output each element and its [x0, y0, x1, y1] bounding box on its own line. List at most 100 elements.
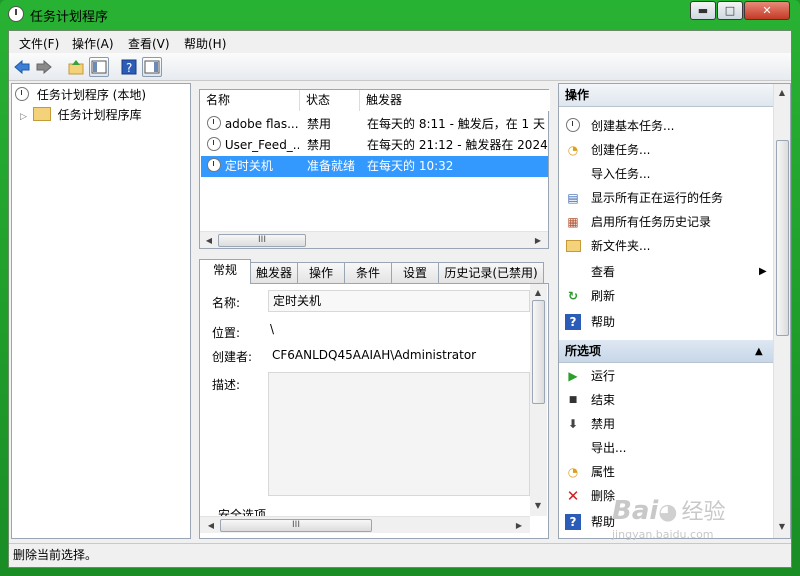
table-row[interactable]: adobe flas... 禁用 在每天的 8:11 - 触发后，在 1 天 — [201, 114, 548, 135]
library-folder-icon — [32, 107, 51, 121]
watermark-suffix: 经验 — [681, 500, 726, 525]
scroll-up-icon[interactable]: ▲ — [531, 286, 545, 299]
scroll-up-icon[interactable]: ▲ — [775, 86, 789, 99]
action-label: 新文件夹... — [591, 239, 651, 253]
tab-actions[interactable]: 操作 — [297, 262, 345, 283]
name-field[interactable]: 定时关机 — [268, 290, 530, 312]
action-refresh[interactable]: ↻ 刷新 — [559, 284, 773, 308]
scroll-thumb[interactable]: III — [218, 234, 306, 247]
table-row-selected[interactable]: 定时关机 准备就绪 在每天的 10:32 — [201, 156, 548, 177]
action-show-running[interactable]: ▤ 显示所有正在运行的任务 — [559, 186, 773, 210]
action-label: 结束 — [591, 393, 616, 407]
action-help[interactable]: ? 帮助 — [559, 310, 773, 334]
table-row[interactable]: User_Feed_... 禁用 在每天的 21:12 - 触发器在 2024/ — [201, 135, 548, 156]
tab-triggers[interactable]: 触发器 — [250, 262, 298, 283]
forward-icon[interactable] — [34, 57, 54, 77]
help-icon: ? — [565, 314, 581, 330]
menu-view[interactable]: 查看(V) — [128, 35, 170, 52]
back-icon[interactable] — [12, 57, 32, 77]
list-icon: ▤ — [567, 191, 579, 205]
action-label: 启用所有任务历史记录 — [591, 215, 712, 229]
task-list: 名称 状态 触发器 adobe flas... 禁用 在每天的 8:11 - 触… — [199, 89, 550, 249]
vscroll-thumb[interactable] — [776, 140, 789, 336]
help-icon[interactable]: ? — [119, 57, 139, 77]
general-tab-content: 名称: 定时关机 位置: \ 创建者: CF6ANLDQ45AAIAH\Admi… — [199, 283, 549, 539]
task-list-hscrollbar[interactable]: ◀ III ▶ — [200, 231, 548, 248]
task-name: 定时关机 — [224, 159, 273, 173]
selected-item-header-label: 所选项 — [565, 344, 602, 358]
action-view[interactable]: 查看 ▶ — [559, 260, 773, 284]
action-label: 导出... — [591, 441, 627, 455]
tab-general[interactable]: 常规 — [199, 259, 251, 284]
window-title: 任务计划程序 — [30, 10, 109, 25]
action-end[interactable]: ■ 结束 — [559, 388, 773, 412]
action-label: 运行 — [591, 369, 616, 383]
scroll-right-icon[interactable]: ▶ — [531, 234, 545, 247]
action-enable-history[interactable]: ▦ 启用所有任务历史记录 — [559, 210, 773, 234]
action-run[interactable]: ▶ 运行 — [559, 364, 773, 388]
col-header-trigger[interactable]: 触发器 — [360, 90, 550, 111]
main-window: 任务计划程序 ▬ □ ✕ 文件(F) 操作(A) 查看(V) 帮助(H) ? 任… — [0, 0, 800, 576]
description-field[interactable] — [268, 372, 530, 496]
tree-root[interactable]: 任务计划程序 (本地) — [15, 86, 146, 104]
wand-clock-icon — [565, 118, 581, 134]
action-disable[interactable]: ⬇ 禁用 — [559, 412, 773, 436]
action-create-basic-task[interactable]: 创建基本任务... — [559, 114, 773, 138]
task-status: 禁用 — [307, 117, 332, 131]
minimize-button[interactable]: ▬ — [690, 1, 716, 20]
tab-settings[interactable]: 设置 — [391, 262, 439, 283]
col-header-status[interactable]: 状态 — [300, 90, 360, 111]
collapse-arrow-icon[interactable]: ▲ — [755, 340, 763, 363]
details-hscrollbar[interactable]: ◀ III ▶ — [200, 516, 530, 533]
tree-root-label: 任务计划程序 (本地) — [36, 88, 147, 102]
task-status: 准备就绪 — [307, 159, 356, 173]
menu-action[interactable]: 操作(A) — [72, 35, 114, 52]
task-clock-icon — [207, 158, 221, 172]
folder-icon — [565, 238, 581, 254]
play-icon: ▶ — [568, 369, 578, 383]
actions-vscrollbar[interactable]: ▲ ▼ — [773, 84, 790, 538]
action-new-folder[interactable]: 新文件夹... — [559, 234, 773, 258]
scroll-left-icon[interactable]: ◀ — [204, 519, 218, 532]
author-value: CF6ANLDQ45AAIAH\Administrator — [272, 348, 477, 362]
tab-conditions[interactable]: 条件 — [344, 262, 392, 283]
action-label: 帮助 — [591, 315, 616, 329]
history-icon: ▦ — [567, 215, 579, 229]
tree-library[interactable]: ▷ 任务计划程序库 — [20, 106, 142, 124]
action-label: 查看 — [591, 265, 616, 279]
author-label: 创建者: — [212, 350, 253, 364]
client-area: 文件(F) 操作(A) 查看(V) 帮助(H) ? 任务计划程序 (本地) ▷ … — [8, 30, 792, 568]
action-import-task[interactable]: 导入任务... — [559, 162, 773, 186]
show-hide-tree-icon[interactable] — [89, 57, 109, 77]
scroll-right-icon[interactable]: ▶ — [512, 519, 526, 532]
menu-file[interactable]: 文件(F) — [19, 35, 59, 52]
submenu-arrow-icon: ▶ — [759, 266, 767, 277]
tab-history[interactable]: 历史记录(已禁用) — [438, 262, 544, 283]
close-button[interactable]: ✕ — [744, 1, 790, 20]
col-header-name[interactable]: 名称 — [200, 90, 300, 111]
expand-arrow-icon[interactable]: ▷ — [20, 112, 27, 122]
maximize-button[interactable]: □ — [717, 1, 743, 20]
task-name: adobe flas... — [224, 117, 299, 131]
action-label: 刷新 — [591, 289, 616, 303]
scroll-thumb[interactable]: III — [220, 519, 372, 532]
up-folder-icon[interactable] — [66, 57, 86, 77]
details-vscrollbar[interactable]: ▲ ▼ — [530, 284, 547, 516]
vscroll-thumb[interactable] — [532, 300, 545, 404]
scroll-left-icon[interactable]: ◀ — [202, 234, 216, 247]
scroll-down-icon[interactable]: ▼ — [531, 499, 545, 512]
delete-icon: ✕ — [566, 487, 580, 505]
action-properties[interactable]: ◔ 属性 — [559, 460, 773, 484]
tree-panel: 任务计划程序 (本地) ▷ 任务计划程序库 — [11, 83, 191, 539]
actions-header[interactable]: 操作 — [559, 84, 773, 107]
action-create-task[interactable]: ◔ 创建任务... — [559, 138, 773, 162]
selected-item-header[interactable]: 所选项 ▲ — [559, 340, 773, 363]
app-clock-icon — [8, 6, 24, 22]
title-bar[interactable]: 任务计划程序 ▬ □ ✕ — [0, 0, 800, 28]
menu-help[interactable]: 帮助(H) — [184, 35, 226, 52]
refresh-icon: ↻ — [567, 289, 579, 303]
show-hide-action-pane-icon[interactable] — [142, 57, 162, 77]
action-export[interactable]: 导出... — [559, 436, 773, 460]
scroll-down-icon[interactable]: ▼ — [775, 520, 789, 533]
stop-icon: ■ — [568, 395, 578, 405]
